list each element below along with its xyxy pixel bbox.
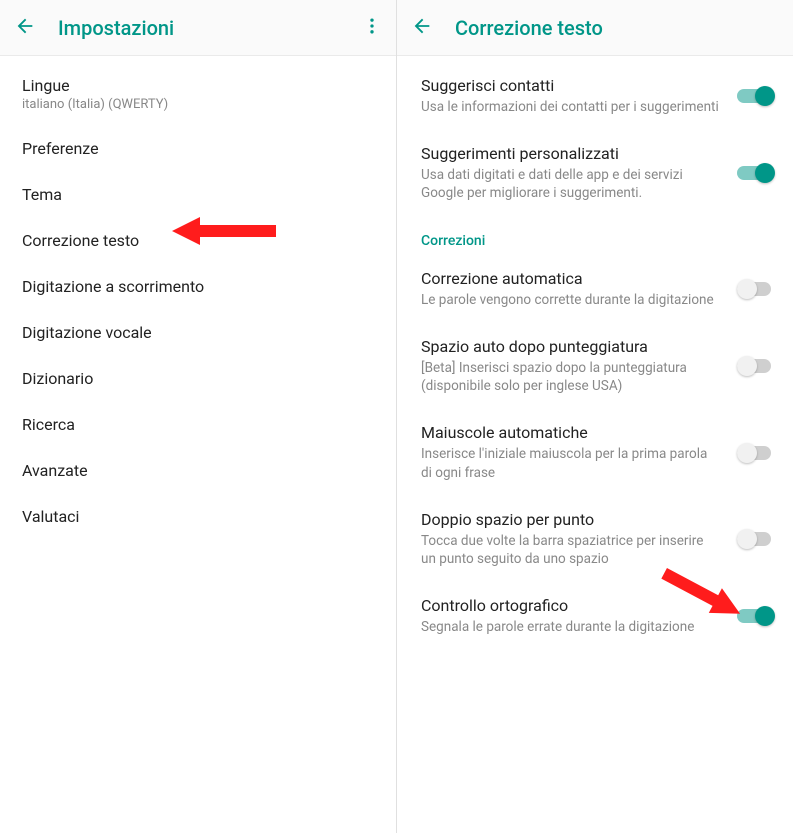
setting-doppio-spazio[interactable]: Doppio spazio per punto Tocca due volte … (397, 496, 793, 582)
item-title: Lingue (22, 76, 380, 95)
setting-spazio-auto[interactable]: Spazio auto dopo punteggiatura [Beta] In… (397, 323, 793, 409)
setting-sub: Tocca due volte la barra spaziatrice per… (421, 532, 721, 568)
setting-sub: Inserisce l'iniziale maiuscola per la pr… (421, 445, 721, 481)
toggle-spazio-auto[interactable] (737, 356, 775, 376)
toggle-controllo-ortografico[interactable] (737, 606, 775, 626)
settings-item-preferenze[interactable]: Preferenze (22, 125, 380, 171)
toggle-doppio-spazio[interactable] (737, 529, 775, 549)
setting-title: Suggerisci contatti (421, 76, 721, 95)
settings-item-dizionario[interactable]: Dizionario (22, 355, 380, 401)
setting-maiuscole-automatiche[interactable]: Maiuscole automatiche Inserisce l'inizia… (397, 409, 793, 495)
setting-text: Doppio spazio per punto Tocca due volte … (421, 510, 727, 568)
appbar-left: Impostazioni (0, 0, 396, 56)
toggle-suggerimenti-personalizzati[interactable] (737, 163, 775, 183)
item-title: Ricerca (22, 415, 380, 434)
settings-pane: Impostazioni Lingue italiano (Italia) (Q… (0, 0, 397, 833)
correction-list: Suggerisci contatti Usa le informazioni … (397, 56, 793, 833)
setting-text: Suggerisci contatti Usa le informazioni … (421, 76, 727, 116)
setting-title: Suggerimenti personalizzati (421, 144, 721, 163)
setting-title: Controllo ortografico (421, 596, 721, 615)
item-title: Valutaci (22, 507, 380, 526)
back-icon[interactable] (14, 15, 36, 41)
settings-item-ricerca[interactable]: Ricerca (22, 401, 380, 447)
setting-title: Spazio auto dopo punteggiatura (421, 337, 721, 356)
setting-correzione-automatica[interactable]: Correzione automatica Le parole vengono … (397, 255, 793, 323)
text-correction-pane: Correzione testo Suggerisci contatti Usa… (397, 0, 793, 833)
settings-item-digitazione-vocale[interactable]: Digitazione vocale (22, 309, 380, 355)
back-icon[interactable] (411, 15, 433, 41)
setting-title: Maiuscole automatiche (421, 423, 721, 442)
setting-text: Correzione automatica Le parole vengono … (421, 269, 727, 309)
item-title: Tema (22, 185, 380, 204)
section-header-correzioni: Correzioni (397, 217, 793, 255)
settings-item-correzione-testo[interactable]: Correzione testo (22, 217, 380, 263)
setting-text: Controllo ortografico Segnala le parole … (421, 596, 727, 636)
setting-text: Suggerimenti personalizzati Usa dati dig… (421, 144, 727, 202)
toggle-correzione-automatica[interactable] (737, 279, 775, 299)
setting-suggerimenti-personalizzati[interactable]: Suggerimenti personalizzati Usa dati dig… (397, 130, 793, 216)
setting-controllo-ortografico[interactable]: Controllo ortografico Segnala le parole … (397, 582, 793, 650)
settings-list: Lingue italiano (Italia) (QWERTY) Prefer… (0, 56, 396, 833)
settings-item-avanzate[interactable]: Avanzate (22, 447, 380, 493)
settings-item-valutaci[interactable]: Valutaci (22, 493, 380, 539)
setting-title: Correzione automatica (421, 269, 721, 288)
setting-text: Spazio auto dopo punteggiatura [Beta] In… (421, 337, 727, 395)
settings-item-digitazione-scorrimento[interactable]: Digitazione a scorrimento (22, 263, 380, 309)
settings-item-lingue[interactable]: Lingue italiano (Italia) (QWERTY) (22, 62, 380, 125)
appbar-right: Correzione testo (397, 0, 793, 56)
item-title: Avanzate (22, 461, 380, 480)
item-title: Digitazione a scorrimento (22, 277, 380, 296)
setting-title: Doppio spazio per punto (421, 510, 721, 529)
toggle-maiuscole-automatiche[interactable] (737, 443, 775, 463)
item-title: Correzione testo (22, 231, 380, 250)
setting-sub: Usa dati digitati e dati delle app e dei… (421, 166, 721, 202)
setting-suggerisci-contatti[interactable]: Suggerisci contatti Usa le informazioni … (397, 62, 793, 130)
more-icon[interactable] (362, 16, 382, 40)
setting-sub: Usa le informazioni dei contatti per i s… (421, 98, 721, 116)
item-title: Preferenze (22, 139, 380, 158)
item-sub: italiano (Italia) (QWERTY) (22, 97, 380, 112)
settings-item-tema[interactable]: Tema (22, 171, 380, 217)
setting-sub: Le parole vengono corrette durante la di… (421, 291, 721, 309)
item-title: Dizionario (22, 369, 380, 388)
page-title-left: Impostazioni (58, 16, 340, 40)
setting-sub: Segnala le parole errate durante la digi… (421, 618, 721, 636)
item-title: Digitazione vocale (22, 323, 380, 342)
page-title-right: Correzione testo (455, 16, 779, 40)
toggle-suggerisci-contatti[interactable] (737, 86, 775, 106)
setting-sub: [Beta] Inserisci spazio dopo la punteggi… (421, 359, 721, 395)
setting-text: Maiuscole automatiche Inserisce l'inizia… (421, 423, 727, 481)
